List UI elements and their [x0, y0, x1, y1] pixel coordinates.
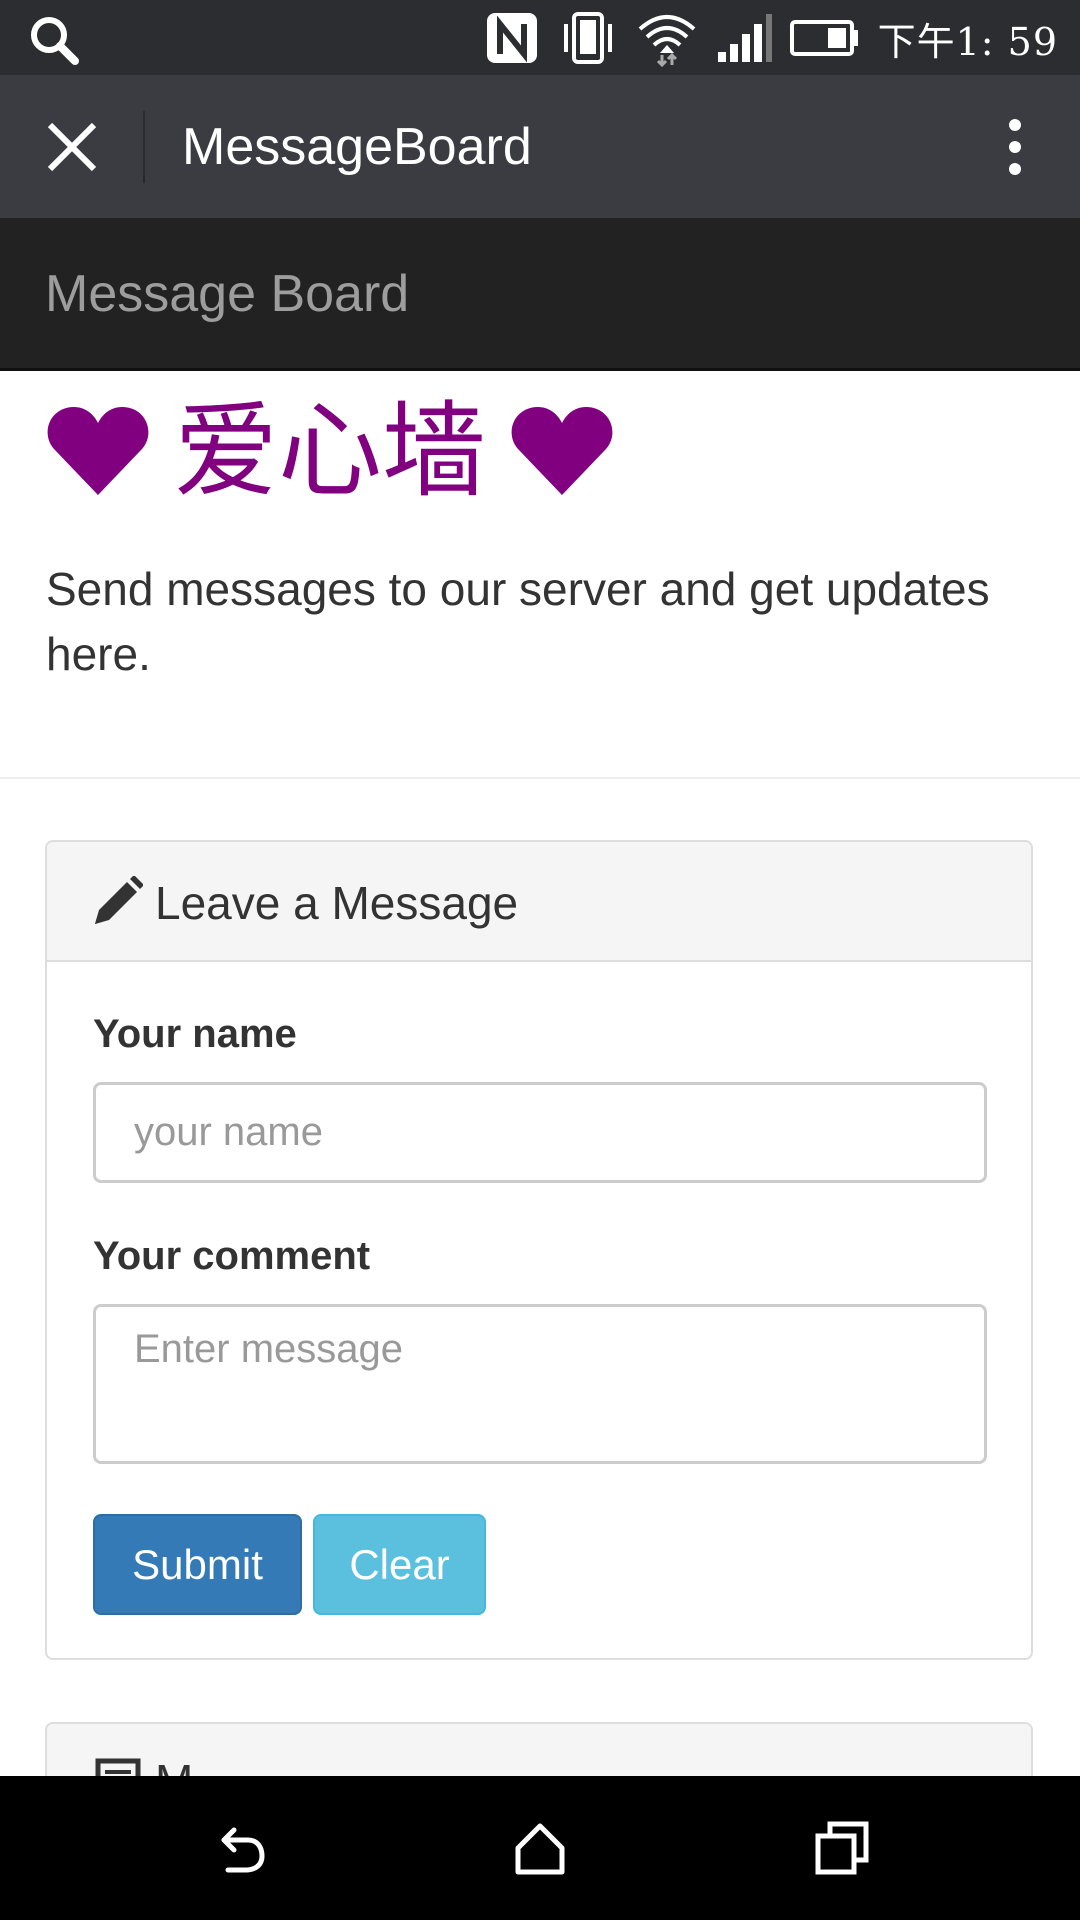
system-nav-bar: [0, 1776, 1080, 1920]
app-bar: MessageBoard: [0, 75, 1080, 218]
vibrate-icon: [563, 12, 612, 64]
recents-icon[interactable]: [812, 1818, 872, 1878]
nfc-icon: [486, 13, 537, 63]
clock: 下午1: 59: [877, 19, 1058, 64]
panel-title: Leave a Message: [155, 877, 519, 929]
wifi-icon: [638, 15, 695, 67]
hero: 爱心墙 Send messages to our server and get …: [0, 371, 1080, 779]
page-heading: 爱心墙: [46, 399, 614, 503]
heart-icon: [47, 407, 149, 495]
submit-button[interactable]: Submit: [93, 1514, 302, 1615]
battery-icon: [789, 20, 858, 56]
close-icon[interactable]: [40, 115, 104, 179]
status-bar: 下午1: 59: [0, 0, 1080, 75]
home-icon[interactable]: [510, 1818, 570, 1878]
heading-text: 爱心墙: [174, 390, 487, 512]
clear-button[interactable]: Clear: [313, 1514, 486, 1615]
back-icon[interactable]: [210, 1818, 270, 1878]
app-title: MessageBoard: [182, 118, 532, 176]
more-vert-icon[interactable]: [1000, 115, 1030, 179]
comment-input[interactable]: [93, 1304, 987, 1464]
signal-icon: [717, 14, 772, 62]
pencil-icon: [95, 876, 143, 924]
name-input[interactable]: [93, 1082, 987, 1183]
app-bar-divider: [143, 111, 145, 183]
search-icon[interactable]: [28, 14, 80, 66]
comment-label: Your comment: [93, 1234, 371, 1278]
lead-text: Send messages to our server and get upda…: [46, 563, 990, 680]
heart-icon: [511, 407, 613, 495]
name-label: Your name: [93, 1012, 297, 1056]
site-navbar: Message Board: [0, 218, 1080, 371]
navbar-brand[interactable]: Message Board: [45, 264, 409, 324]
panel-heading: Leave a Message: [47, 842, 1031, 962]
leave-message-panel: Leave a Message Your name Your comment S…: [45, 840, 1033, 1660]
